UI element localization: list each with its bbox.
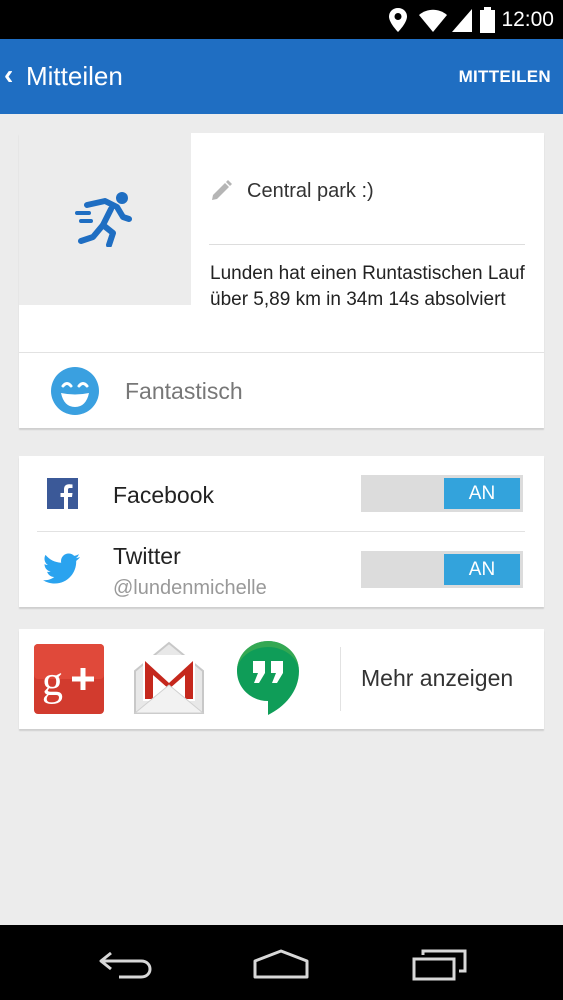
facebook-toggle-knob[interactable]: AN [444,478,520,509]
activity-summary: Lunden hat einen Runtastischen Lauf über… [210,263,525,310]
svg-text:g: g [42,659,63,705]
share-apps-card: g Mehr anzeigen [19,629,544,729]
activity-card: Central park :) Lunden hat einen Runtast… [19,133,544,428]
location-icon [389,8,407,32]
recents-nav-icon[interactable] [411,945,469,983]
activity-note[interactable]: Central park :) [247,180,374,203]
share-action-button[interactable]: MITTEILEN [459,67,551,87]
hangouts-icon[interactable] [235,639,301,717]
gmail-icon[interactable] [133,641,205,715]
back-nav-icon[interactable] [97,947,153,981]
status-bar: 12:00 [0,0,563,39]
app-bar: ‹ Mitteilen MITTEILEN [0,39,563,114]
twitter-handle: @lundenmichelle [113,577,267,599]
facebook-icon [47,478,78,509]
smiley-icon[interactable] [50,366,100,416]
battery-icon [480,7,495,33]
facebook-label: Facebook [113,482,215,508]
activity-thumbnail [19,133,191,305]
facebook-toggle[interactable]: AN [361,475,523,512]
navigation-bar [0,925,563,1000]
back-icon[interactable]: ‹ [4,59,13,91]
divider [19,352,544,353]
twitter-label: Twitter [113,543,181,569]
networks-card: Facebook AN Twitter @lundenmichelle AN [19,456,544,607]
twitter-toggle-knob[interactable]: AN [444,554,520,585]
mood-label[interactable]: Fantastisch [125,378,243,405]
twitter-icon [43,553,80,584]
wifi-icon [419,9,447,32]
more-share-options[interactable]: Mehr anzeigen [361,665,513,692]
status-time: 12:00 [501,8,554,31]
signal-icon [452,9,472,32]
divider [37,531,525,532]
runner-icon [75,192,132,247]
twitter-toggle[interactable]: AN [361,551,523,588]
divider [340,647,341,711]
divider [209,244,525,245]
pencil-icon[interactable] [209,179,233,203]
page-title[interactable]: Mitteilen [26,61,123,92]
google-plus-icon[interactable]: g [34,644,104,714]
home-nav-icon[interactable] [251,947,311,981]
